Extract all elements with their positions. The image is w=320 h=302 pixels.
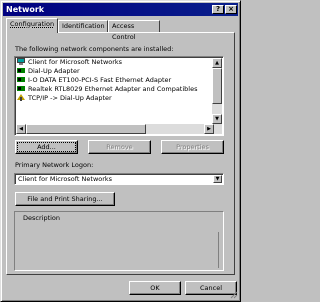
list-item[interactable]: Dial-Up Adapter [17, 67, 80, 76]
scroll-up-icon[interactable]: ▲ [212, 58, 222, 68]
primary-logon-value: Client for Microsoft Networks [18, 175, 113, 183]
list-horizontal-scrollbar[interactable]: ◀ ▶ [16, 124, 214, 134]
help-button[interactable]: ? [212, 5, 224, 14]
add-button[interactable]: Add... [15, 140, 78, 154]
list-item[interactable]: TCP/IP -> Dial-Up Adapter [17, 93, 112, 103]
tab-configuration-label: Configuration [10, 20, 55, 28]
scroll-right-icon[interactable]: ▶ [204, 124, 214, 134]
primary-logon-label: Primary Network Logon: [15, 161, 94, 169]
client-icon [17, 57, 25, 65]
list-item-label: Dial-Up Adapter [28, 67, 80, 75]
list-vertical-scrollbar[interactable]: ▲ ▼ [212, 58, 222, 134]
description-divider [218, 232, 219, 268]
scroll-down-icon[interactable]: ▼ [212, 114, 222, 124]
close-button[interactable]: × [225, 5, 237, 14]
list-item-label: Client for Microsoft Networks [28, 58, 123, 66]
file-print-sharing-button[interactable]: File and Print Sharing... [15, 192, 115, 206]
tab-access-control[interactable]: Access Control [108, 20, 160, 41]
scroll-left-icon[interactable]: ◀ [16, 124, 26, 134]
tab-configuration[interactable]: Configuration [6, 18, 58, 33]
window-title: Network [6, 5, 45, 14]
chevron-down-icon[interactable]: ▼ [213, 175, 222, 183]
resize-grip-icon[interactable] [230, 291, 238, 299]
title-bar[interactable]: Network ? × [3, 3, 238, 16]
list-item-label: I-O DATA ET100-PCI-S Fast Ethernet Adapt… [28, 76, 172, 84]
components-list[interactable]: Client for Microsoft Networks Dial-Up Ad… [14, 56, 224, 136]
adapter-icon [17, 76, 25, 83]
ok-button[interactable]: OK [129, 281, 181, 295]
list-item[interactable]: Realtek RTL8029 Ethernet Adapter and Com… [17, 85, 197, 94]
adapter-icon [17, 67, 25, 74]
horizontal-scroll-thumb[interactable] [26, 124, 146, 134]
primary-logon-select[interactable]: Client for Microsoft Networks ▼ [14, 173, 224, 185]
components-label: The following network components are ins… [15, 45, 174, 53]
scroll-thumb[interactable] [212, 68, 222, 104]
tab-identification-label: Identification [62, 22, 105, 30]
list-item[interactable]: Client for Microsoft Networks [17, 57, 123, 67]
protocol-icon [17, 93, 25, 101]
tab-identification[interactable]: Identification [58, 20, 108, 32]
adapter-icon [17, 85, 25, 92]
network-dialog: Network ? × Configuration Identification… [0, 0, 241, 302]
list-item-label: Realtek RTL8029 Ethernet Adapter and Com… [28, 85, 198, 93]
list-item[interactable]: I-O DATA ET100-PCI-S Fast Ethernet Adapt… [17, 76, 171, 85]
list-item-label: TCP/IP -> Dial-Up Adapter [28, 94, 112, 102]
properties-button[interactable]: Properties [161, 140, 224, 154]
remove-button[interactable]: Remove [88, 140, 151, 154]
description-label: Description [23, 214, 61, 222]
